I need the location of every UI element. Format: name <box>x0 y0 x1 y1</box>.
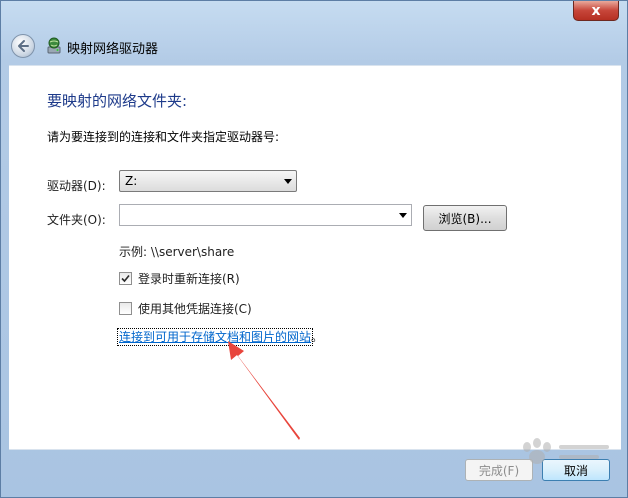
link-suffix: 。 <box>311 330 324 344</box>
page-heading: 要映射的网络文件夹: <box>47 92 188 110</box>
network-drive-icon <box>47 37 61 54</box>
drive-letter-select[interactable]: Z: <box>119 170 297 192</box>
dialog-content: 要映射的网络文件夹: 请为要连接到的连接和文件夹指定驱动器号: 驱动器(D): … <box>9 65 621 450</box>
instruction-text: 请为要连接到的连接和文件夹指定驱动器号: <box>47 130 280 144</box>
title-bar: 映射网络驱动器 <box>9 31 609 63</box>
chevron-down-icon <box>284 179 292 184</box>
link-row: 连接到可用于存储文档和图片的网站。 <box>116 328 324 346</box>
reconnect-checkbox[interactable] <box>119 272 132 285</box>
other-credentials-checkbox[interactable] <box>119 302 132 315</box>
reconnect-row[interactable]: 登录时重新连接(R) <box>119 270 240 287</box>
drive-label: 驱动器(D): <box>47 179 106 193</box>
back-button[interactable] <box>11 34 35 58</box>
example-text: 示例: \\server\share <box>119 245 235 259</box>
map-network-drive-window: x 映射网络驱动器 要映射的网络文件夹: 请为要连接到的连接和文件夹指定驱动器号… <box>0 0 628 498</box>
back-arrow-icon <box>18 40 29 52</box>
folder-label: 文件夹(O): <box>47 213 106 227</box>
connect-website-link[interactable]: 连接到可用于存储文档和图片的网站 <box>116 328 314 346</box>
watermark-logo <box>523 438 609 464</box>
chevron-down-icon[interactable] <box>399 213 407 218</box>
browse-button[interactable]: 浏览(B)... <box>423 205 507 231</box>
reconnect-label: 登录时重新连接(R) <box>138 272 240 286</box>
drive-letter-value: Z: <box>125 174 138 188</box>
other-credentials-label: 使用其他凭据连接(C) <box>138 302 252 316</box>
window-title: 映射网络驱动器 <box>67 42 159 57</box>
checkmark-icon <box>121 274 130 283</box>
close-icon: x <box>591 2 601 19</box>
close-button[interactable]: x <box>573 1 619 21</box>
folder-path-input[interactable] <box>119 204 412 226</box>
other-credentials-row[interactable]: 使用其他凭据连接(C) <box>119 300 252 317</box>
